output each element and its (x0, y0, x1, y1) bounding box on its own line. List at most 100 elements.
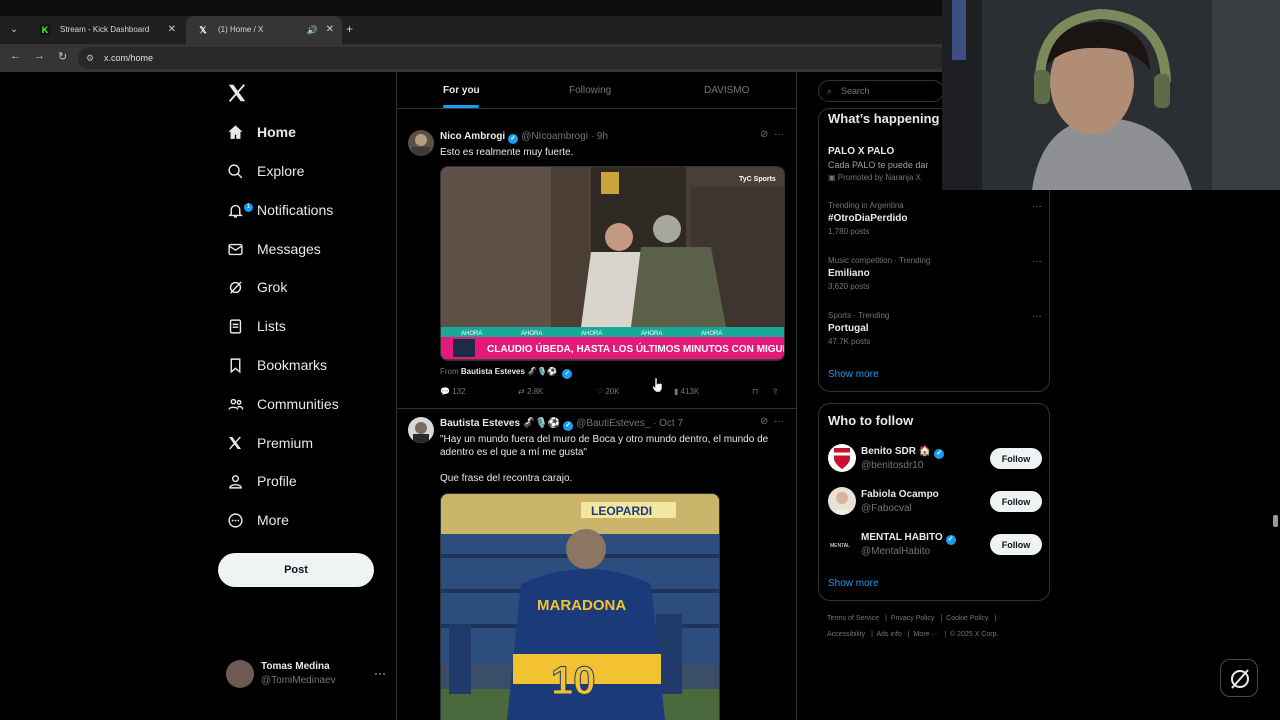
verified-badge-icon: ✓ (562, 369, 573, 379)
tab-search-dropdown-icon[interactable]: ⌄ (6, 22, 22, 38)
footer-links: Terms of Service | Privacy Policy | Cookie… (827, 615, 997, 622)
x-logo-icon[interactable] (226, 82, 248, 104)
address-bar[interactable]: ⚙ x.com/home (78, 47, 948, 69)
avatar[interactable] (408, 417, 434, 443)
follow-button[interactable]: Follow (990, 448, 1042, 469)
footer-link[interactable]: Cookie Policy (946, 615, 988, 622)
sidebar-item-notifications[interactable]: 1 Notifications (226, 195, 333, 225)
trend-title: Portugal (828, 323, 869, 334)
author-handle[interactable]: @NIcoambrogi (521, 131, 588, 142)
tweet[interactable]: Nico Ambrogi ✓ @NIcoambrogi · 9h ⊘ ··· Est… (397, 122, 796, 409)
reload-icon[interactable]: ↻ (58, 50, 67, 63)
close-tab-icon[interactable]: ✕ (326, 16, 334, 44)
bookmark-icon[interactable]: ⊓ (752, 387, 758, 396)
close-tab-icon[interactable]: ✕ (168, 16, 176, 44)
suggestion-handle: @MentalHabito (861, 546, 931, 557)
tweet-time[interactable]: 9h (597, 131, 608, 142)
page-scrollbar[interactable] (1270, 190, 1280, 720)
avatar (828, 487, 856, 515)
more-dots-icon[interactable]: ··· (1032, 201, 1042, 212)
footer-link[interactable]: More ··· (913, 631, 938, 638)
author-handle[interactable]: @BautiEsteves_ (576, 418, 650, 429)
site-info-icon[interactable]: ⚙ (86, 47, 94, 69)
sidebar-item-label: Home (257, 124, 296, 140)
author-name[interactable]: Bautista Esteves 🦨🎙️⚽ (440, 418, 560, 429)
follow-suggestion[interactable]: MENTAL MENTAL HABITO ✓ @MentalHabito Foll… (828, 530, 1042, 560)
repost-icon: ⇄ (518, 387, 525, 396)
follow-suggestion[interactable]: Fabiola Ocampo @Fabocval Follow (828, 487, 1042, 517)
footer-link[interactable]: Terms of Service (827, 615, 879, 622)
tweet-time[interactable]: Oct 7 (659, 418, 683, 429)
tweet-top-actions: ⊘ ··· (760, 129, 784, 140)
tweet[interactable]: Bautista Esteves 🦨🎙️⚽ ✓ @BautiEsteves_ · O… (397, 409, 796, 720)
new-tab-button[interactable]: + (346, 22, 353, 36)
back-icon[interactable]: ← (10, 50, 21, 62)
footer-link[interactable]: Accessibility (827, 631, 865, 638)
footer-link[interactable]: Privacy Policy (891, 615, 935, 622)
more-dots-icon[interactable]: ··· (774, 129, 784, 140)
follow-suggestion[interactable]: Benito SDR 🏠 ✓ @benitosdr10 Follow (828, 444, 1042, 474)
sidebar-item-label: Premium (257, 435, 314, 451)
forward-icon[interactable]: → (34, 50, 45, 62)
speaker-icon[interactable]: 🔊 (307, 16, 318, 44)
shirt-name: MARADONA (537, 597, 626, 614)
tab-for-you[interactable]: For you (443, 85, 480, 96)
panel-title: What’s happening (828, 111, 940, 126)
tweet-image[interactable]: LEOPARDI MARADONA 10 (440, 493, 720, 720)
more-dots-icon[interactable]: ··· (1032, 256, 1042, 267)
share-icon[interactable]: ⇪ (772, 387, 779, 396)
sidebar-item-more[interactable]: More (226, 505, 289, 535)
show-more-link[interactable]: Show more (828, 578, 879, 589)
follow-button[interactable]: Follow (990, 534, 1042, 555)
grok-icon[interactable]: ⊘ (760, 416, 768, 427)
avatar[interactable] (408, 130, 434, 156)
reply-button[interactable]: 💬 132 (440, 387, 466, 396)
more-dots-icon[interactable]: ··· (774, 416, 784, 427)
show-more-link[interactable]: Show more (828, 369, 879, 380)
account-switcher[interactable]: Tomas Medina @TomiMedinaev ··· (226, 660, 386, 690)
tweet-header: Bautista Esteves 🦨🎙️⚽ ✓ @BautiEsteves_ · O… (440, 418, 683, 431)
like-count: 20K (605, 387, 620, 396)
verified-badge-icon: ✓ (945, 535, 956, 545)
tab-following[interactable]: Following (569, 85, 611, 96)
like-button[interactable]: ♡ 20K (596, 387, 620, 396)
views-button[interactable]: ▮ 413K (674, 387, 699, 396)
author-name[interactable]: Nico Ambrogi (440, 131, 505, 142)
sidebar-item-messages[interactable]: Messages (226, 234, 321, 264)
stadium-banner: LEOPARDI (591, 504, 652, 518)
sidebar-item-bookmarks[interactable]: Bookmarks (226, 350, 327, 380)
sidebar-item-home[interactable]: Home (226, 117, 296, 147)
grok-floating-button[interactable] (1220, 659, 1258, 697)
account-name: Tomas Medina (261, 661, 330, 672)
browser-tab-x[interactable]: 𝕏 (1) Home / X 🔊 ✕ (186, 16, 342, 44)
webcam-image (942, 0, 1280, 190)
grok-icon[interactable]: ⊘ (760, 129, 768, 140)
tweet-text: Esto es realmente muy fuerte. (440, 147, 574, 158)
sidebar-item-communities[interactable]: Communities (226, 389, 339, 419)
follow-button[interactable]: Follow (990, 491, 1042, 512)
sidebar-item-grok[interactable]: Grok (226, 272, 287, 302)
repost-button[interactable]: ⇄ 2.8K (518, 387, 543, 396)
sidebar-item-explore[interactable]: Explore (226, 156, 304, 186)
trend-item[interactable]: Music competition · Trending Emiliano 3,… (828, 256, 1042, 291)
tab-davismo[interactable]: DAVISMO (704, 85, 749, 96)
more-dots-icon[interactable]: ··· (1032, 311, 1042, 322)
video-source: From Bautista Esteves 🦨🎙️⚽ ✓ (440, 367, 575, 379)
sidebar-item-premium[interactable]: Premium (226, 428, 313, 458)
trend-count: 3,620 posts (828, 282, 870, 291)
trend-item[interactable]: Trending in Argentina #OtroDiaPerdido 1,… (828, 201, 1042, 236)
avatar: MENTAL (828, 530, 856, 558)
footer-link[interactable]: Ads info (876, 631, 901, 638)
scrollbar-thumb[interactable] (1273, 515, 1278, 527)
feed-tabs: For you Following DAVISMO (397, 72, 796, 109)
sidebar-item-profile[interactable]: Profile (226, 466, 297, 496)
sidebar-item-lists[interactable]: Lists (226, 311, 286, 341)
from-author[interactable]: Bautista Esteves 🦨🎙️⚽ (461, 367, 557, 376)
post-button[interactable]: Post (218, 553, 374, 587)
search-input[interactable]: ⌕ Search (818, 80, 944, 102)
video-caption: CLAUDIO ÚBEDA, HASTA LOS ÚLTIMOS MINUTOS… (487, 342, 785, 355)
people-icon (226, 395, 244, 413)
tweet-video[interactable]: AHORA AHORA AHORA AHORA AHORA CLAUDIO ÚB… (440, 166, 785, 361)
trend-item[interactable]: Sports · Trending Portugal 47.7K posts ·… (828, 311, 1042, 346)
browser-tab-kick[interactable]: K Stream - Kick Dashboard ✕ (28, 16, 184, 44)
